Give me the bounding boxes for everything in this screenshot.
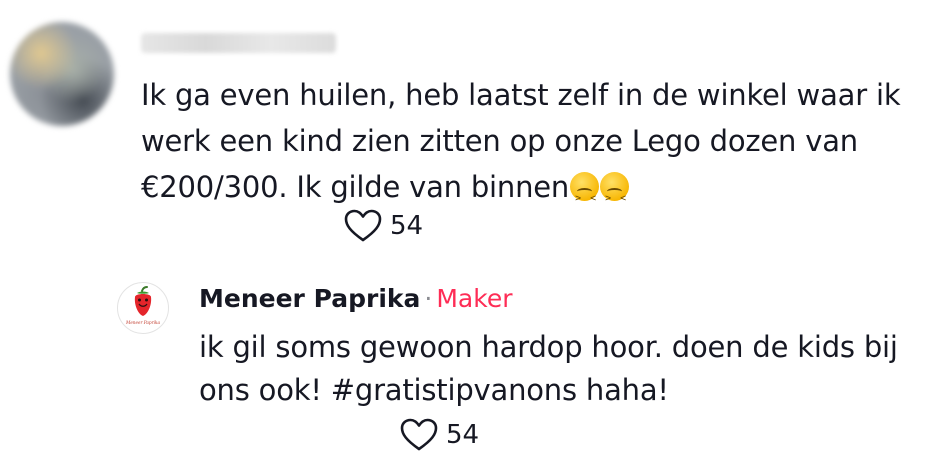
creator-badge: Maker xyxy=(436,284,513,313)
reply-like-count: 54 xyxy=(446,420,480,450)
comment-text: Ik ga even huilen, heb laatst zelf in de… xyxy=(141,72,921,222)
reply-header: Meneer Paprika · Maker xyxy=(199,284,512,313)
like-count: 54 xyxy=(390,211,424,241)
comment-username[interactable] xyxy=(141,33,336,53)
comment: Ik ga even huilen, heb laatst zelf in de… xyxy=(0,0,940,250)
heart-icon xyxy=(344,209,382,242)
reply-avatar-caption: Meneer Paprika xyxy=(125,320,160,325)
comment-text-content: Ik ga even huilen, heb laatst zelf in de… xyxy=(141,78,901,204)
confounded-face-emoji xyxy=(600,172,630,222)
like-button[interactable]: 54 xyxy=(344,209,423,243)
reply-author[interactable]: Meneer Paprika xyxy=(199,284,420,313)
reply-text: ik gil soms gewoon hardop hoor. doen de … xyxy=(199,330,898,407)
pepper-logo-icon: Meneer Paprika xyxy=(125,286,160,325)
confounded-face-emoji xyxy=(570,172,600,222)
reply-like-button[interactable]: 54 xyxy=(400,418,479,452)
avatar[interactable] xyxy=(10,22,114,126)
heart-icon xyxy=(400,418,438,451)
separator-dot: · xyxy=(424,284,433,313)
reply-avatar[interactable]: Meneer Paprika xyxy=(117,282,169,334)
